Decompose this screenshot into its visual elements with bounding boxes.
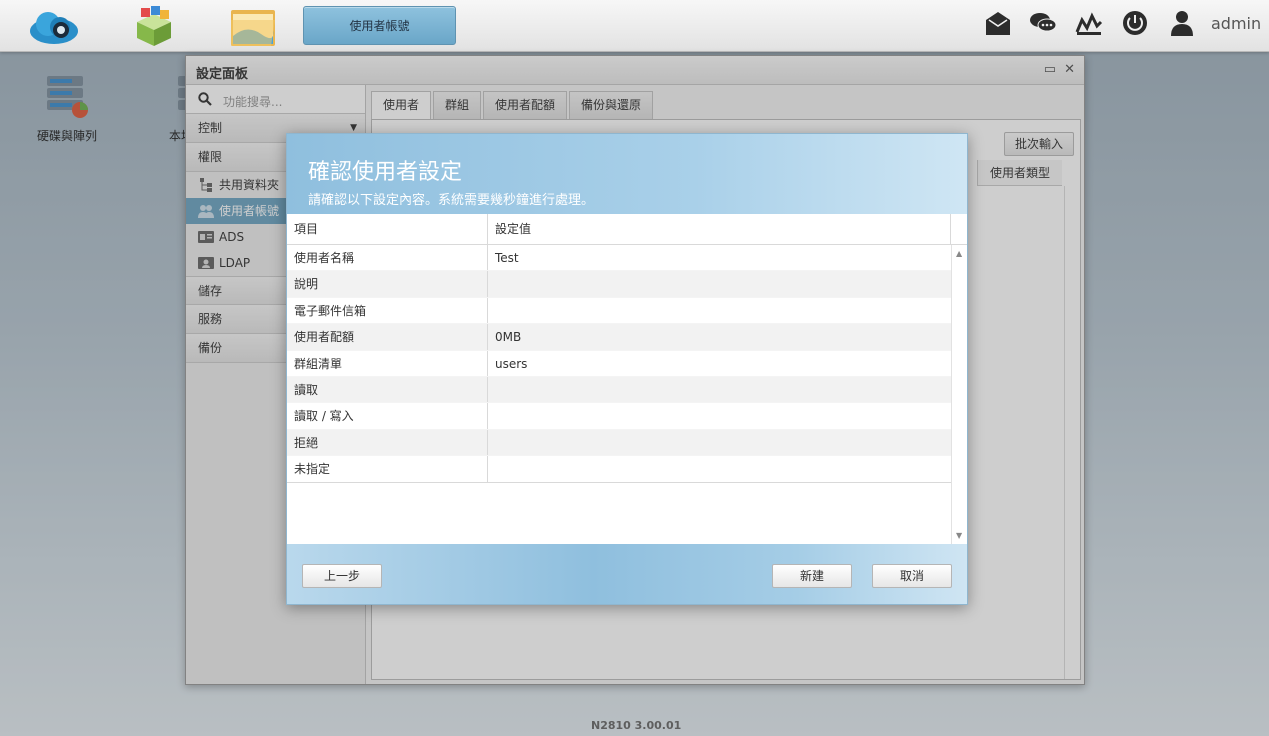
username-label[interactable]: admin	[1211, 14, 1261, 33]
folder-icon[interactable]	[227, 4, 281, 48]
row-value: users	[495, 356, 528, 371]
user-icon[interactable]	[1167, 8, 1197, 38]
row-item: 電子郵件信箱	[287, 297, 488, 324]
row-item: 讀取 / 寫入	[287, 403, 488, 429]
dialog-footer: 上一步 新建 取消	[287, 544, 967, 604]
active-app-tab[interactable]: 使用者帳號	[303, 6, 456, 45]
row-item: 說明	[287, 271, 488, 297]
header-corner	[951, 214, 967, 245]
power-icon[interactable]	[1120, 8, 1150, 38]
table-scrollbar[interactable]: ▲ ▼	[951, 245, 967, 544]
row-value	[488, 403, 951, 428]
row-value	[488, 456, 951, 481]
row-value: Test	[495, 251, 519, 265]
row-value	[488, 377, 951, 402]
table-row[interactable]: 群組清單 users	[287, 350, 951, 377]
table-row[interactable]: 說明	[287, 271, 951, 298]
column-header-item[interactable]: 項目	[287, 214, 488, 245]
top-bar: 使用者帳號 admin	[0, 0, 1269, 52]
table-row[interactable]: 未指定	[287, 456, 951, 483]
row-item: 使用者配額	[287, 324, 488, 350]
dialog-subtitle: 請確認以下設定內容。系統需要幾秒鐘進行處理。	[308, 193, 595, 208]
packages-icon[interactable]	[127, 4, 181, 48]
table-row[interactable]: 電子郵件信箱	[287, 297, 951, 325]
back-button[interactable]: 上一步	[302, 564, 382, 588]
row-item: 讀取	[287, 376, 488, 403]
table-row[interactable]: 使用者名稱 Test	[287, 245, 951, 272]
cloud-icon[interactable]	[27, 4, 81, 48]
dialog-title: 確認使用者設定	[308, 160, 463, 185]
row-value	[488, 271, 951, 296]
table-row[interactable]: 使用者配額 0MB	[287, 324, 951, 351]
row-item: 群組清單	[287, 350, 488, 376]
row-item: 使用者名稱	[287, 245, 488, 271]
mail-icon[interactable]	[983, 8, 1013, 38]
table-row[interactable]: 讀取 / 寫入	[287, 403, 951, 430]
row-value	[488, 298, 951, 323]
row-value	[488, 430, 951, 455]
table-header: 項目 設定值	[287, 214, 951, 245]
cancel-button[interactable]: 取消	[872, 564, 952, 588]
dialog-header: 確認使用者設定 請確認以下設定內容。系統需要幾秒鐘進行處理。	[287, 134, 967, 214]
confirm-user-settings-dialog: 確認使用者設定 請確認以下設定內容。系統需要幾秒鐘進行處理。 項目 設定值 使用…	[286, 133, 968, 605]
monitor-icon[interactable]	[1074, 8, 1104, 38]
row-item: 未指定	[287, 456, 488, 482]
table-body: 使用者名稱 Test 說明 電子郵件信箱 使用者配額 0MB 群組清單 users 讀…	[287, 245, 951, 483]
scroll-down-icon[interactable]: ▼	[956, 531, 962, 540]
chat-icon[interactable]	[1028, 8, 1058, 38]
row-item: 拒絕	[287, 429, 488, 456]
table-row[interactable]: 讀取	[287, 376, 951, 404]
column-header-value[interactable]: 設定值	[488, 214, 951, 245]
table-row[interactable]: 拒絕	[287, 429, 951, 457]
scroll-up-icon[interactable]: ▲	[956, 249, 962, 258]
create-button[interactable]: 新建	[772, 564, 852, 588]
row-value: 0MB	[495, 330, 522, 345]
settings-table: 項目 設定值 使用者名稱 Test 說明 電子郵件信箱 使用者配額 0MB 群組清單…	[287, 214, 967, 544]
